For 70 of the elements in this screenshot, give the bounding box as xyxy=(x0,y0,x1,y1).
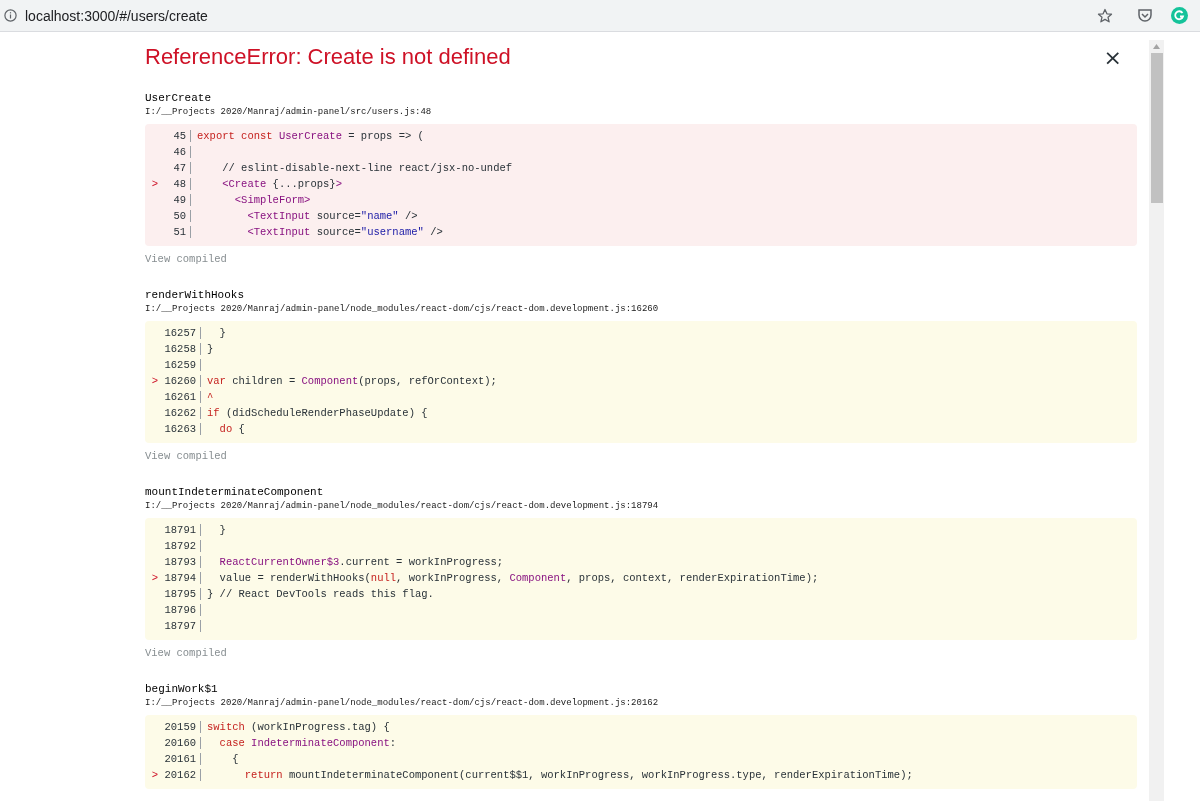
line-number: 48 xyxy=(172,178,187,190)
view-compiled-link[interactable]: View compiled xyxy=(145,647,227,659)
scrollbar-thumb[interactable] xyxy=(1150,53,1163,203)
line-number: 18793 xyxy=(163,556,197,568)
line-number: 18791 xyxy=(163,524,197,536)
line-number: 18797 xyxy=(163,620,197,632)
file-path: I:/__Projects 2020/Manraj/admin-panel/src/users.js:48 xyxy=(145,106,433,119)
line-marker: > xyxy=(150,375,159,387)
line-marker: > xyxy=(150,572,159,584)
line-number: 47 xyxy=(172,162,187,174)
scroll-up-icon[interactable] xyxy=(1153,44,1160,49)
line-number: 46 xyxy=(172,146,187,158)
code-line: if (didScheduleRenderPhaseUpdate) { xyxy=(207,407,428,419)
code-line: value = renderWithHooks(null, workInProgress, Component, props, context, renderExpirationTime); xyxy=(218,572,819,584)
extension-icon[interactable] xyxy=(1171,7,1188,24)
line-number: 16259 xyxy=(163,359,197,371)
line-number: 18796 xyxy=(163,604,197,616)
function-name: mountIndeterminateComponent xyxy=(145,485,325,500)
code-line: do { xyxy=(218,423,245,435)
code-line: } // React DevTools reads this flag. xyxy=(207,588,434,600)
line-number: 16260 xyxy=(163,375,197,387)
close-button[interactable]: × xyxy=(1099,44,1126,70)
function-name: beginWork$1 xyxy=(145,682,219,697)
code-line: // eslint-disable-next-line react/jsx-no-undef xyxy=(221,162,513,174)
line-number: 18792 xyxy=(163,540,197,552)
file-path: I:/__Projects 2020/Manraj/admin-panel/node_modules/react-dom/cjs/react-dom.development.js:18794 xyxy=(145,500,660,513)
code-line: } xyxy=(218,327,226,339)
view-compiled-link[interactable]: View compiled xyxy=(145,450,227,462)
info-icon[interactable] xyxy=(4,9,17,22)
line-marker: > xyxy=(150,769,159,781)
line-number: 20161 xyxy=(163,753,197,765)
code-line: { xyxy=(231,753,239,765)
function-name: UserCreate xyxy=(145,91,212,106)
line-number: 16258 xyxy=(163,343,197,355)
code-line: <TextInput source="username" /> xyxy=(246,226,443,238)
error-title: ReferenceError: Create is not defined xyxy=(145,44,511,70)
line-marker: > xyxy=(150,178,159,190)
code-line: var children = Component(props, refOrContext); xyxy=(207,375,497,387)
file-path: I:/__Projects 2020/Manraj/admin-panel/node_modules/react-dom/cjs/react-dom.development.js:16260 xyxy=(145,303,660,316)
code-line: <SimpleForm> xyxy=(233,194,311,206)
function-name: renderWithHooks xyxy=(145,288,246,303)
line-number: 16263 xyxy=(163,423,197,435)
line-number: 49 xyxy=(172,194,187,206)
line-number: 50 xyxy=(172,210,187,222)
code-line: <Create {...props}> xyxy=(221,178,342,190)
scrollbar[interactable] xyxy=(1149,40,1164,801)
code-line: case IndeterminateComponent: xyxy=(218,737,397,749)
line-number: 45 xyxy=(172,130,187,142)
file-path: I:/__Projects 2020/Manraj/admin-panel/node_modules/react-dom/cjs/react-dom.development.js:20162 xyxy=(145,697,660,710)
code-line: ^ xyxy=(207,391,214,403)
code-line: } xyxy=(218,524,226,536)
address-bar[interactable]: localhost:3000/#/users/create xyxy=(25,7,208,24)
line-number: 18795 xyxy=(163,588,197,600)
star-icon[interactable] xyxy=(1097,7,1113,24)
line-number: 16261 xyxy=(163,391,197,403)
view-compiled-link[interactable]: View compiled xyxy=(145,253,227,265)
pocket-icon[interactable] xyxy=(1137,8,1153,23)
code-line: switch (workInProgress.tag) { xyxy=(207,721,390,733)
code-line: return mountIndeterminateComponent(current$$1, workInProgress, workInProgress.type, renderExpirationTime); xyxy=(243,769,913,781)
line-number: 20162 xyxy=(163,769,197,781)
code-line: export const UserCreate = props => ( xyxy=(197,130,424,142)
code-line: ReactCurrentOwner$3.current = workInProgress; xyxy=(218,556,504,568)
line-number: 18794 xyxy=(163,572,197,584)
line-number: 20160 xyxy=(163,737,197,749)
line-number: 51 xyxy=(172,226,187,238)
code-line: } xyxy=(207,343,214,355)
code-line: <TextInput source="name" /> xyxy=(246,210,418,222)
line-number: 16262 xyxy=(163,407,197,419)
line-number: 20159 xyxy=(163,721,197,733)
line-number: 16257 xyxy=(163,327,197,339)
